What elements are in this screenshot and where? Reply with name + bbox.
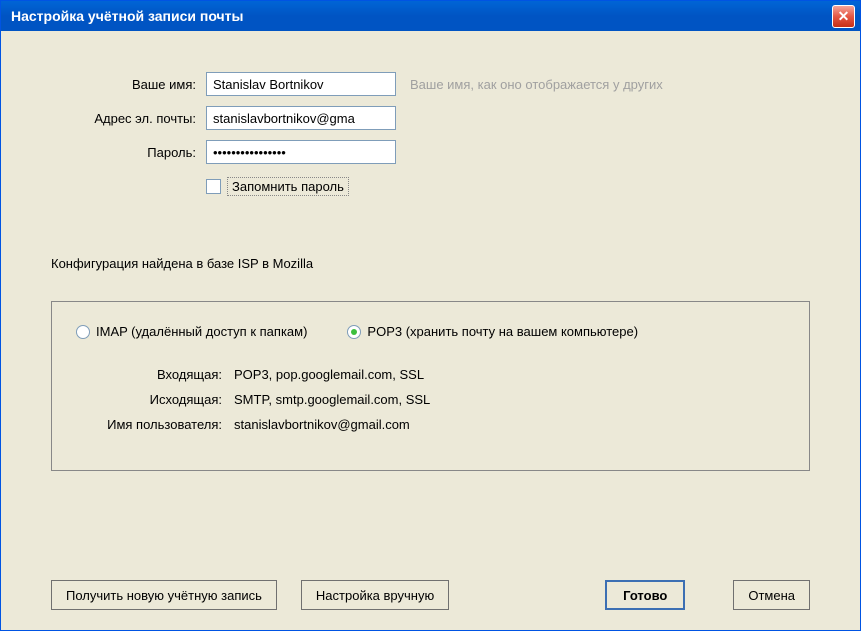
username-row: Имя пользователя: stanislavbortnikov@gma… — [76, 417, 785, 432]
name-label: Ваше имя: — [51, 77, 206, 92]
imap-radio-label: IMAP (удалённый доступ к папкам) — [96, 324, 307, 339]
name-input[interactable] — [206, 72, 396, 96]
dialog-content: Ваше имя: Ваше имя, как оно отображается… — [1, 31, 860, 630]
done-button[interactable]: Готово — [605, 580, 685, 610]
status-text: Конфигурация найдена в базе ISP в Mozill… — [51, 256, 810, 271]
cancel-button[interactable]: Отмена — [733, 580, 810, 610]
form-grid: Ваше имя: Ваше имя, как оно отображается… — [51, 71, 810, 196]
incoming-label: Входящая: — [76, 367, 234, 382]
radio-icon — [76, 325, 90, 339]
remember-row: Запомнить пароль — [206, 177, 810, 196]
protocol-radios: IMAP (удалённый доступ к папкам) POP3 (х… — [76, 324, 785, 339]
config-panel: IMAP (удалённый доступ к папкам) POP3 (х… — [51, 301, 810, 471]
window-title: Настройка учётной записи почты — [11, 8, 244, 24]
outgoing-value: SMTP, smtp.googlemail.com, SSL — [234, 392, 430, 407]
username-label: Имя пользователя: — [76, 417, 234, 432]
pop3-radio-label: POP3 (хранить почту на вашем компьютере) — [367, 324, 638, 339]
imap-radio[interactable]: IMAP (удалённый доступ к папкам) — [76, 324, 307, 339]
incoming-value: POP3, pop.googlemail.com, SSL — [234, 367, 424, 382]
password-row: Пароль: — [51, 139, 810, 165]
outgoing-row: Исходящая: SMTP, smtp.googlemail.com, SS… — [76, 392, 785, 407]
username-value: stanislavbortnikov@gmail.com — [234, 417, 410, 432]
get-new-account-button[interactable]: Получить новую учётную запись — [51, 580, 277, 610]
password-label: Пароль: — [51, 145, 206, 160]
email-input[interactable] — [206, 106, 396, 130]
email-row: Адрес эл. почты: — [51, 105, 810, 131]
right-buttons: Готово Отмена — [605, 580, 810, 610]
password-input[interactable] — [206, 140, 396, 164]
close-button[interactable]: ✕ — [832, 5, 855, 28]
name-hint: Ваше имя, как оно отображается у других — [410, 77, 663, 92]
radio-icon — [347, 325, 361, 339]
pop3-radio[interactable]: POP3 (хранить почту на вашем компьютере) — [347, 324, 638, 339]
manual-config-button[interactable]: Настройка вручную — [301, 580, 449, 610]
dialog-window: Настройка учётной записи почты ✕ Ваше им… — [0, 0, 861, 631]
close-icon: ✕ — [838, 9, 850, 23]
remember-checkbox[interactable] — [206, 179, 221, 194]
name-row: Ваше имя: Ваше имя, как оно отображается… — [51, 71, 810, 97]
button-row: Получить новую учётную запись Настройка … — [51, 552, 810, 610]
titlebar: Настройка учётной записи почты ✕ — [1, 1, 860, 31]
email-label: Адрес эл. почты: — [51, 111, 206, 126]
outgoing-label: Исходящая: — [76, 392, 234, 407]
incoming-row: Входящая: POP3, pop.googlemail.com, SSL — [76, 367, 785, 382]
remember-label[interactable]: Запомнить пароль — [227, 177, 349, 196]
